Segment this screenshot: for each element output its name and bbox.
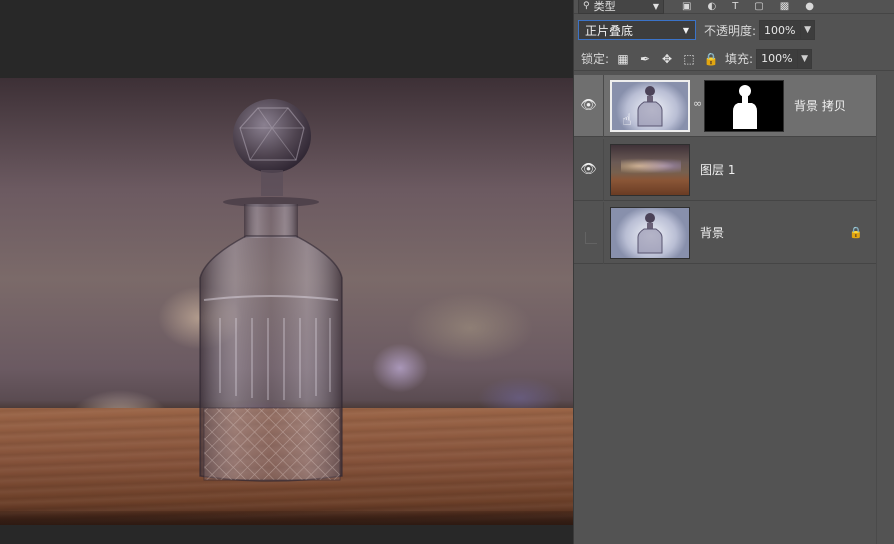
decanter-thumbnail <box>637 212 663 253</box>
pixel-filter-icon[interactable]: ▣ <box>682 1 691 12</box>
opacity-label: 不透明度: <box>704 23 757 38</box>
layer-row-layer-1[interactable]: 👁 图层 1 <box>574 138 877 201</box>
opacity-slider-toggle[interactable]: ▼ <box>801 20 816 40</box>
layer-name[interactable]: 图层 1 <box>700 161 735 178</box>
filter-kind-label: 类型 <box>593 0 616 13</box>
layer-thumbnail[interactable]: ☝ <box>610 79 690 132</box>
blend-opacity-row: 正片叠底 ▼ 不透明度: 100% ▼ <box>574 18 894 42</box>
chevron-down-icon: ▼ <box>801 53 809 64</box>
layers-scrollbar[interactable] <box>876 75 894 544</box>
glass-decanter <box>199 99 343 482</box>
eye-icon: 👁 <box>580 162 597 177</box>
filter-toggle-icon[interactable]: ● <box>805 1 814 12</box>
blend-mode-value: 正片叠底 <box>585 23 634 38</box>
decanter-mask-shape <box>733 84 757 129</box>
chevron-down-icon: ▼ <box>682 25 689 35</box>
chevron-down-icon: ▼ <box>804 25 811 35</box>
layer-filter-bar: ⚲ 类型 ▼ ▣ ◐ T ▢ ▩ ● <box>574 0 894 14</box>
shape-filter-icon[interactable]: ▢ <box>754 1 763 12</box>
lock-label: 锁定: <box>581 52 610 66</box>
layer-row-background[interactable]: 背景 🔒 <box>574 201 877 264</box>
layer-visibility-toggle[interactable]: 👁 <box>574 74 604 137</box>
filter-kind-dropdown[interactable]: ⚲ 类型 ▼ <box>578 0 664 14</box>
fill-slider-toggle[interactable]: ▼ <box>798 48 813 69</box>
search-icon: ⚲ <box>583 1 590 11</box>
document-canvas[interactable] <box>0 0 573 544</box>
document-image[interactable] <box>0 78 573 525</box>
hand-cursor-icon: ☝ <box>622 109 632 129</box>
layer-lock-icon: 🔒 <box>849 226 863 239</box>
smart-object-filter-icon[interactable]: ▩ <box>780 1 789 12</box>
type-filter-icon[interactable]: T <box>732 1 738 12</box>
layer-name[interactable]: 背景 <box>700 224 724 241</box>
layer-visibility-toggle[interactable] <box>574 201 604 264</box>
lock-fill-row: 锁定: ▦ ✒ ✥ ⬚ 🔒 填充: 100% ▼ <box>574 47 894 71</box>
chevron-down-icon: ▼ <box>652 1 659 11</box>
lock-image-pixels-icon[interactable]: ✒ <box>637 51 653 67</box>
blend-mode-select[interactable]: 正片叠底 ▼ <box>578 20 696 40</box>
lock-all-icon[interactable]: 🔒 <box>703 51 719 67</box>
layers-panel: ⚲ 类型 ▼ ▣ ◐ T ▢ ▩ ● 正片叠底 ▼ 不透明度: 100% ▼ 锁… <box>573 0 894 544</box>
lock-position-icon[interactable]: ✥ <box>659 51 675 67</box>
link-chain-icon[interactable]: ∞ <box>693 97 702 110</box>
hidden-eye-icon <box>584 231 597 244</box>
layer-name[interactable]: 背景 拷贝 <box>794 97 846 114</box>
layer-thumbnail[interactable] <box>610 206 690 259</box>
fill-input[interactable]: 100% <box>756 48 799 69</box>
eye-icon: 👁 <box>580 98 597 113</box>
layer-thumbnail[interactable] <box>610 143 690 196</box>
adjustment-filter-icon[interactable]: ◐ <box>707 1 716 12</box>
layer-mask-thumbnail[interactable] <box>704 79 784 132</box>
layer-visibility-toggle[interactable]: 👁 <box>574 138 604 201</box>
layers-empty-area <box>574 265 894 544</box>
lock-artboard-icon[interactable]: ⬚ <box>681 51 697 67</box>
lock-transparent-pixels-icon[interactable]: ▦ <box>615 51 631 67</box>
layer-row-background-copy[interactable]: 👁 ☝ ∞ 背景 拷贝 <box>574 74 877 137</box>
fill-label: 填充: <box>725 52 754 66</box>
opacity-input[interactable]: 100% <box>759 20 802 40</box>
